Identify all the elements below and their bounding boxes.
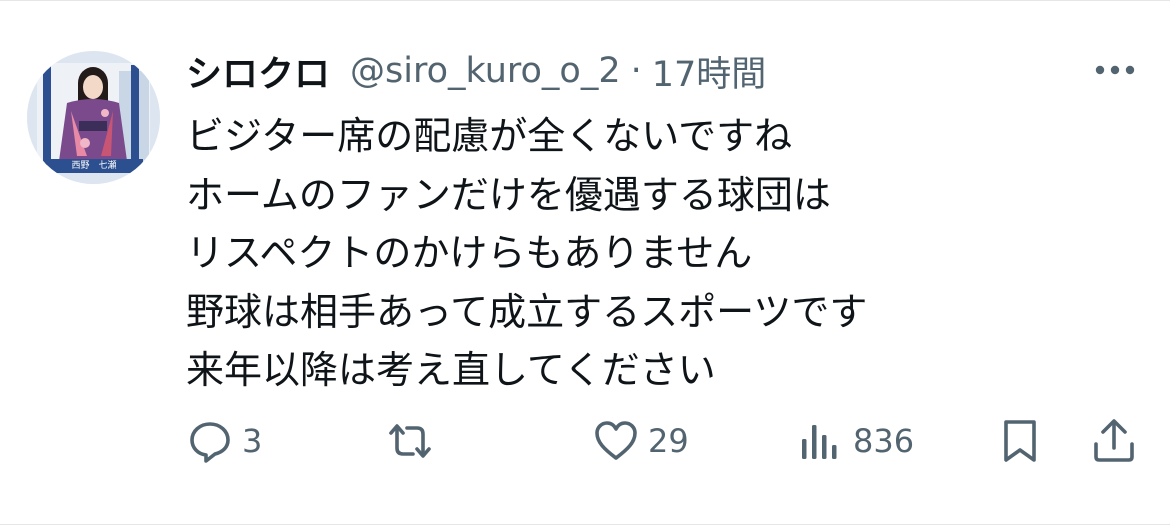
like-button[interactable]: 29 <box>592 414 689 468</box>
author-display-name[interactable]: シロクロ <box>186 45 330 97</box>
tweet-text-line: リスペクトのかけらもありません <box>186 231 753 275</box>
tweet-text-line: ホームのファンだけを優遇する球団は <box>186 172 831 217</box>
retweet-button[interactable] <box>386 414 442 468</box>
reply-button[interactable]: 3 <box>186 414 262 468</box>
tweet-text: ビジター席の配慮が全くないですね ホームのファンだけを優遇する球団は リスペクト… <box>186 107 1136 400</box>
avatar-caption: 西野 七瀬 <box>71 161 117 171</box>
views-count: 836 <box>853 422 915 460</box>
tweet-timestamp[interactable]: 17時間 <box>652 46 767 97</box>
share-button[interactable] <box>1090 414 1138 468</box>
more-icon <box>1095 65 1135 75</box>
like-count: 29 <box>648 422 689 460</box>
retweet-icon <box>389 424 431 458</box>
bookmark-icon <box>1004 420 1036 462</box>
bookmark-button[interactable] <box>996 414 1044 468</box>
views-button[interactable]: 836 <box>797 414 914 468</box>
heart-icon <box>595 421 637 460</box>
header-separator: · <box>630 51 642 91</box>
tweet-card[interactable]: 西野 七瀬 シロクロ @siro_kuro_o_2 · 17時間 ビジター席の配… <box>0 0 1170 525</box>
reply-count: 3 <box>242 422 263 460</box>
reply-icon <box>190 422 230 463</box>
author-handle[interactable]: @siro_kuro_o_2 <box>350 51 621 91</box>
more-options-button[interactable] <box>1090 53 1140 87</box>
share-icon <box>1094 419 1134 462</box>
views-icon <box>802 425 837 459</box>
tweet-text-line: ビジター席の配慮が全くないですね <box>186 114 793 158</box>
avatar[interactable]: 西野 七瀬 <box>27 51 160 184</box>
tweet-header: シロクロ @siro_kuro_o_2 · 17時間 <box>186 45 766 97</box>
tweet-text-line: 野球は相手あって成立するスポーツです <box>186 289 868 334</box>
tweet-text-line: 来年以降は考え直してください <box>186 348 716 392</box>
